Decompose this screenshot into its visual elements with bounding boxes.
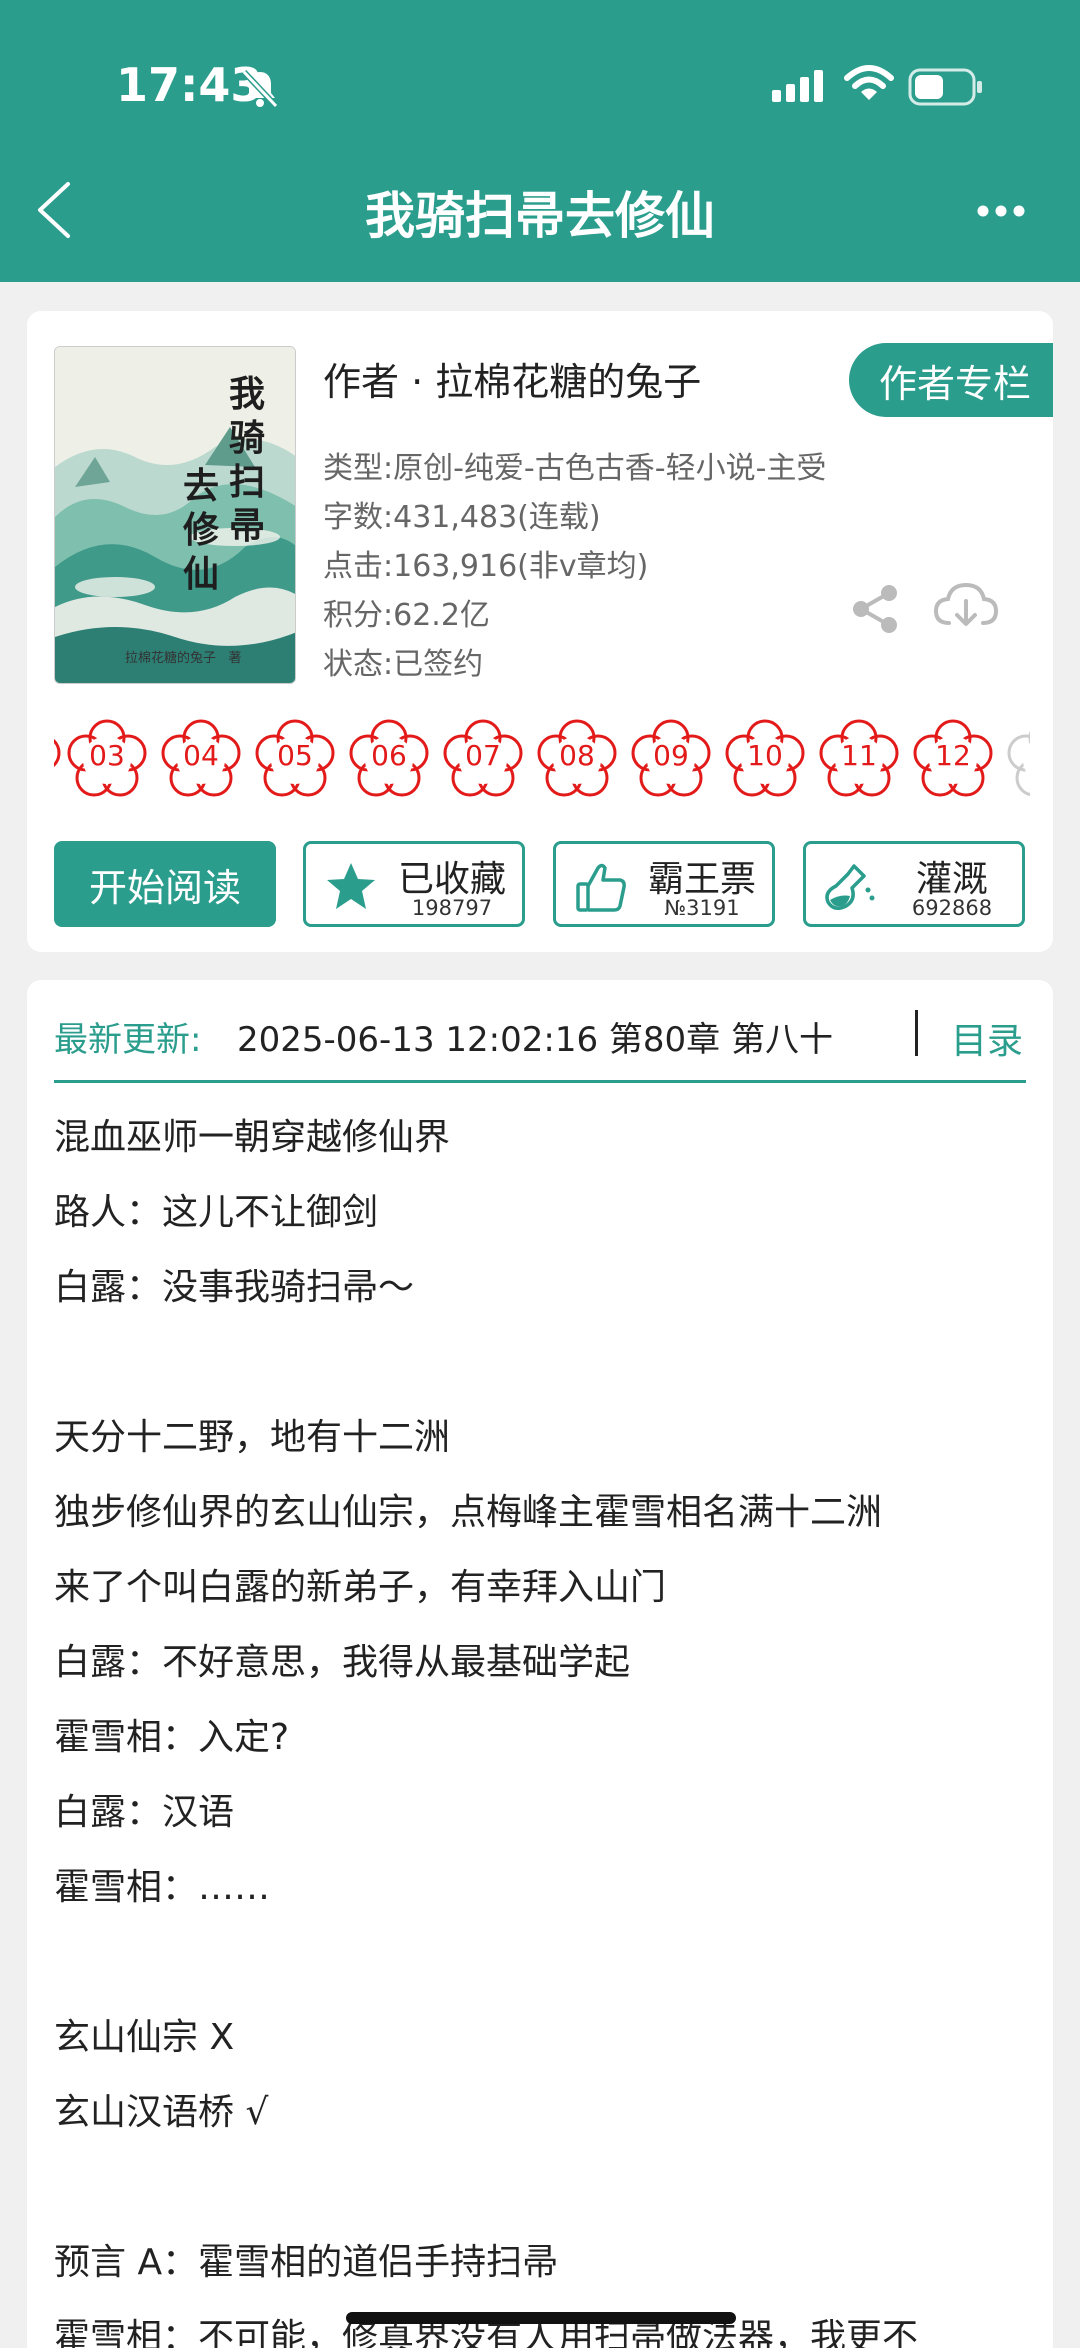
favorite-button[interactable]: 已收藏 198797 [303,841,525,927]
cover-author-suffix: 著 [228,651,242,666]
flower-number: 04 [183,739,219,772]
cover-title-char: 帚 [229,505,266,547]
flower-number: 11 [841,739,877,772]
page-title: 我骑扫帚去修仙 [365,187,715,245]
meta-type: 类型:原创-纯爱-古色古香-轻小说-主受 [323,451,827,486]
home-indicator[interactable] [346,2312,736,2324]
flower-number: 08 [559,739,595,772]
synopsis-card: 最新更新: 2025-06-13 12:02:16 第80章 第八十 目录 混血… [27,980,1053,2348]
flower-icon [1007,730,1030,797]
flower-number: 10 [747,739,783,772]
flower-badge: 03 [66,717,148,799]
flower-badge: 10 [724,717,806,799]
wifi-icon [844,65,894,100]
book-cover[interactable]: 我 骑 扫 帚 去 修 仙 拉棉花糖的兔子 著 [54,346,296,684]
thumbs-up-icon [576,863,626,912]
flower-badge: 04 [160,717,242,799]
flower-number: 09 [653,739,689,772]
divider [54,1080,1026,1083]
signal-icon [772,70,823,102]
flower-badge: 12 [912,717,994,799]
ticket-label: 霸王票 [647,859,756,900]
flower-number: 12 [935,739,971,772]
flower-badge: 05 [254,717,336,799]
irrigate-button[interactable]: 灌溉 692868 [803,841,1025,927]
favorite-label: 已收藏 [397,859,506,900]
cover-author-name: 拉棉花糖的兔子 [125,651,217,666]
flower-badge: 08 [536,717,618,799]
synopsis-line: 路人：这儿不让御剑 [54,1192,379,1233]
ticket-count: №3191 [664,896,740,920]
synopsis-line: 混血巫师一朝穿越修仙界 [54,1117,451,1158]
latest-update-label: 最新更新: [54,1020,202,1060]
watering-flask-icon [825,864,875,910]
synopsis-line: 玄山仙宗 X [54,2017,235,2058]
synopsis-line: 来了个叫白露的新弟子，有幸拜入山门 [54,1567,667,1608]
synopsis-line: 玄山汉语桥 √ [54,2092,269,2133]
bell-slash-icon [241,69,279,109]
synopsis-line: 独步修仙界的玄山仙宗，点梅峰主霍雪相名满十二洲 [54,1492,883,1533]
latest-update-text[interactable]: 2025-06-13 12:02:16 第80章 第八十 [237,1012,897,1061]
meta-points: 积分:62.2亿 [323,598,490,633]
flower-badge: 11 [818,717,900,799]
synopsis-line: 白露：不好意思，我得从最基础学起 [54,1642,631,1683]
flower-number: 07 [465,739,501,772]
flower-badge [1006,717,1030,799]
table-of-contents-link[interactable]: 目录 [951,1012,1023,1064]
synopsis-line: 霍雪相：…… [54,1867,271,1908]
flower-icon [54,738,61,768]
more-dots-icon[interactable] [976,200,1026,222]
synopsis-line: 白露：汉语 [54,1792,235,1833]
author-line[interactable]: 作者 · 拉棉花糖的兔子 [323,351,701,406]
meta-clicks: 点击:163,916(非v章均) [323,549,649,584]
synopsis-line: 霍雪相：入定? [54,1717,290,1758]
cover-author: 拉棉花糖的兔子 著 [125,647,241,666]
start-reading-button[interactable]: 开始阅读 [54,841,276,927]
synopsis-line: 预言 A：霍雪相的道侣手持扫帚 [54,2242,559,2283]
cloud-download-icon[interactable] [933,579,999,637]
favorite-count: 198797 [411,896,493,920]
flower-badge: 07 [442,717,524,799]
flower-strip[interactable]: 03 04 05 06 07 08 09 10 11 12 [54,717,1030,799]
flower-badge: 09 [630,717,712,799]
book-info-card: 我 骑 扫 帚 去 修 仙 拉棉花糖的兔子 著 作者 · 拉棉花糖的兔子 作者专… [27,311,1053,952]
battery-icon [908,68,982,106]
ticket-button[interactable]: 霸王票 №3191 [553,841,775,927]
irrigate-label: 灌溉 [915,859,988,900]
flower-number: 03 [89,739,125,772]
flower-number: 06 [371,739,407,772]
divider [915,1010,918,1056]
cover-title-char: 仙 [183,553,220,595]
top-bar: 17:43 我骑扫帚去修仙 [0,0,1080,282]
irrigate-count: 692868 [911,896,993,920]
flower-badge [54,717,62,799]
star-icon [327,863,375,909]
meta-words: 字数:431,483(连载) [323,500,601,535]
synopsis-line: 白露：没事我骑扫帚～ [54,1267,415,1308]
synopsis-line: 天分十二野，地有十二洲 [54,1417,451,1458]
author-column-button[interactable]: 作者专栏 [849,343,1053,417]
meta-status: 状态:已签约 [323,647,484,682]
share-icon[interactable] [849,583,901,635]
flower-number: 05 [277,739,313,772]
flower-badge: 06 [348,717,430,799]
